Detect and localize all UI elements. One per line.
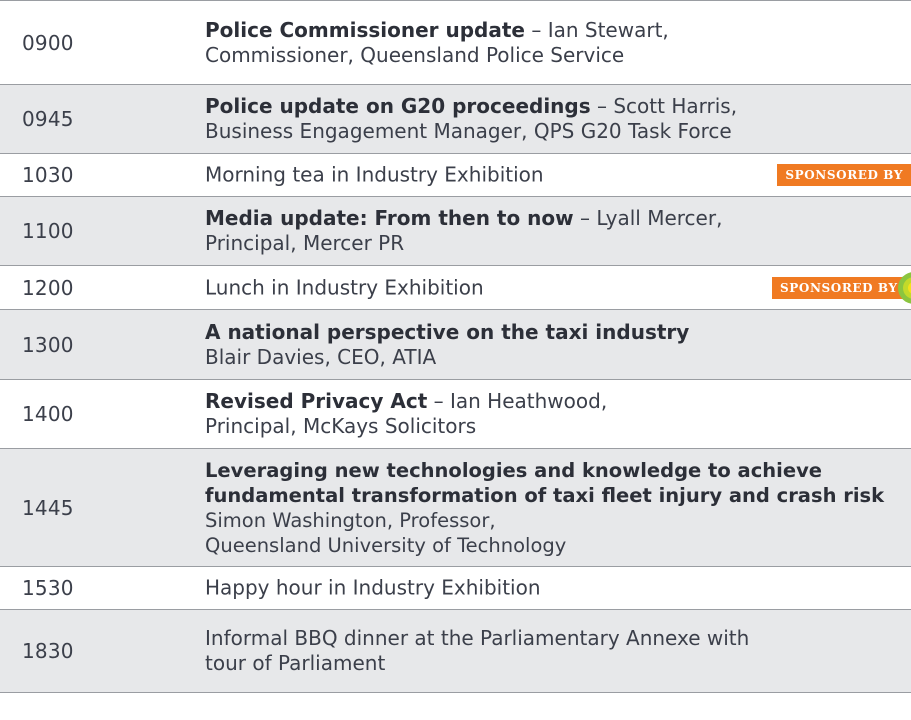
session-title: A national perspective on the taxi indus…: [205, 319, 690, 344]
session-title: Leveraging new technologies and knowledg…: [205, 458, 823, 482]
session-label-continued: tour of Parliament: [205, 651, 386, 675]
speaker-role: Principal, McKays Solicitors: [205, 414, 477, 438]
session-description: Revised Privacy Act – Ian Heathwood, Pri…: [205, 389, 607, 439]
session-title: Police Commissioner update: [205, 17, 525, 42]
session-time: 0945: [22, 107, 74, 131]
session-description: A national perspective on the taxi indus…: [205, 320, 689, 370]
session-description: Morning tea in Industry Exhibition: [205, 163, 544, 188]
table-row: 1200 Lunch in Industry Exhibition SPONSO…: [0, 266, 911, 310]
speaker-name: Scott Harris,: [613, 94, 738, 118]
session-time: 1530: [22, 576, 74, 600]
session-label: Happy hour in Industry Exhibition: [205, 575, 541, 600]
session-description: Informal BBQ dinner at the Parliamentary…: [205, 626, 749, 676]
bp-helios-logo-icon: [898, 271, 911, 304]
session-time: 0900: [22, 30, 74, 55]
speaker-organisation: Queensland University of Technology: [205, 533, 567, 557]
session-description: Lunch in Industry Exhibition: [205, 275, 484, 300]
session-time: 1200: [22, 275, 74, 300]
session-description: Happy hour in Industry Exhibition: [205, 576, 541, 601]
session-label: Morning tea in Industry Exhibition: [205, 162, 544, 187]
session-time: 1445: [22, 495, 74, 520]
session-title: Police update on G20 proceedings: [205, 94, 591, 118]
speaker-name: Simon Washington, Professor,: [205, 508, 496, 532]
separator: –: [590, 94, 614, 118]
table-row: 1530 Happy hour in Industry Exhibition: [0, 567, 911, 610]
sponsored-by-badge: SPONSORED BY: [777, 164, 911, 186]
speaker-role: Business Engagement Manager, QPS G20 Tas…: [205, 119, 732, 143]
table-row: 1830 Informal BBQ dinner at the Parliame…: [0, 610, 911, 693]
speaker-role: Commissioner, Queensland Police Service: [205, 42, 625, 67]
sponsored-by-badge: SPONSORED BY: [772, 276, 906, 299]
table-row: 1300 A national perspective on the taxi …: [0, 310, 911, 380]
table-row: 1445 Leveraging new technologies and kno…: [0, 449, 911, 567]
table-row: 1100 Media update: From then to now – Ly…: [0, 197, 911, 266]
table-row: 0900 Police Commissioner update – Ian St…: [0, 1, 911, 85]
speaker-name: Ian Heathwood,: [449, 389, 608, 413]
speaker-name: Ian Stewart,: [547, 17, 669, 42]
session-description: Leveraging new technologies and knowledg…: [205, 458, 884, 558]
table-row: 1400 Revised Privacy Act – Ian Heathwood…: [0, 380, 911, 449]
table-row: 1030 Morning tea in Industry Exhibition …: [0, 154, 911, 197]
table-row: 0945 Police update on G20 proceedings – …: [0, 85, 911, 154]
session-time: 1300: [22, 332, 74, 357]
session-description: Media update: From then to now – Lyall M…: [205, 206, 722, 256]
session-title: Revised Privacy Act: [205, 389, 428, 413]
speaker-role: Principal, Mercer PR: [205, 231, 405, 255]
speaker-role: Blair Davies, CEO, ATIA: [205, 344, 437, 369]
session-label: Lunch in Industry Exhibition: [205, 275, 484, 299]
separator: –: [524, 17, 548, 42]
speaker-name: Lyall Mercer,: [596, 206, 723, 230]
session-description: Police Commissioner update – Ian Stewart…: [205, 18, 669, 68]
session-title: Media update: From then to now: [205, 206, 574, 230]
session-time: 1830: [22, 639, 74, 663]
session-title-continued: fundamental transformation of taxi fleet…: [205, 483, 885, 507]
separator: –: [427, 389, 450, 413]
session-label: Informal BBQ dinner at the Parliamentary…: [205, 626, 750, 650]
session-time: 1400: [22, 402, 74, 426]
session-description: Police update on G20 proceedings – Scott…: [205, 94, 737, 144]
session-time: 1100: [22, 219, 74, 243]
separator: –: [573, 206, 597, 230]
session-time: 1030: [22, 163, 74, 187]
